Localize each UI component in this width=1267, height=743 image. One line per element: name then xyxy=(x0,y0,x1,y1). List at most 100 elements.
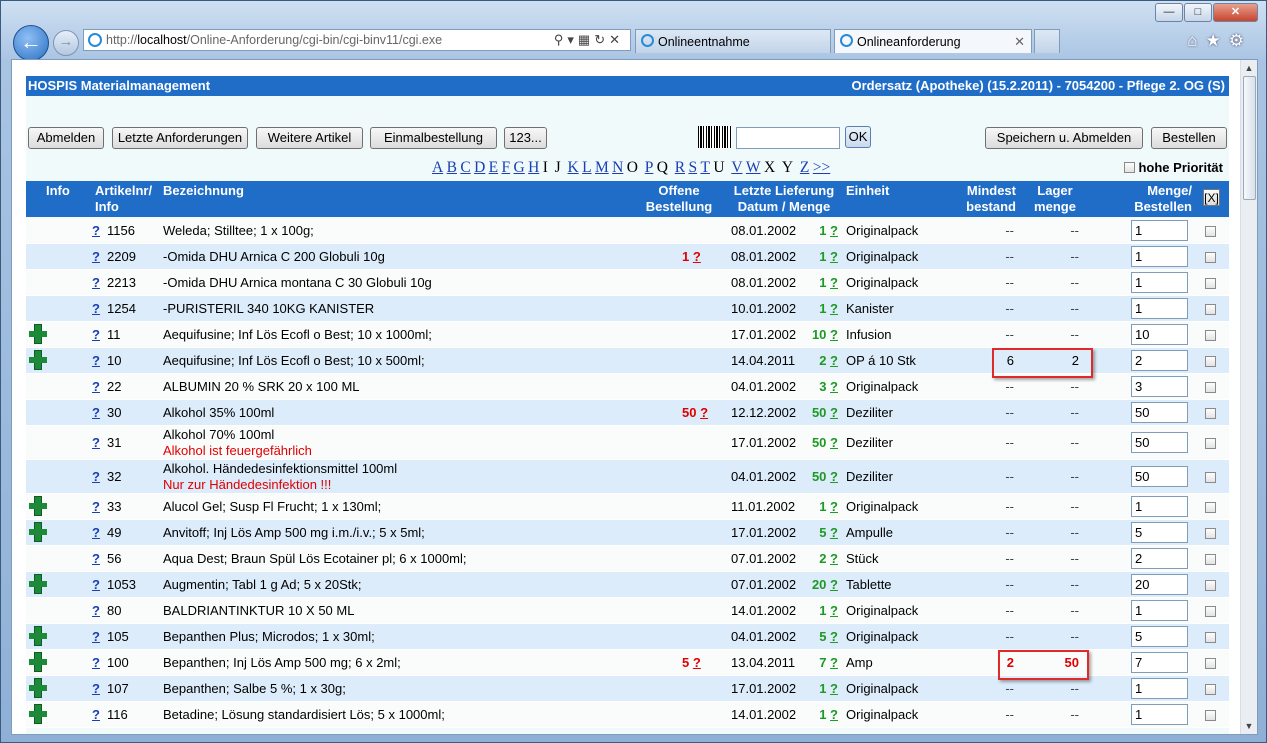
last-delivery-info-link[interactable]: ? xyxy=(830,707,838,722)
plus-icon[interactable] xyxy=(29,627,47,645)
priority-option[interactable]: hohe Priorität xyxy=(1123,160,1223,175)
alphabet-letter[interactable]: C xyxy=(460,159,470,176)
info-link[interactable]: ? xyxy=(92,629,100,644)
plus-icon[interactable] xyxy=(29,705,47,723)
alphabet-letter[interactable]: K xyxy=(568,159,579,176)
info-link[interactable]: ? xyxy=(92,551,100,566)
plus-icon[interactable] xyxy=(29,679,47,697)
order-quantity-input[interactable]: 1 xyxy=(1131,678,1188,699)
maximize-button[interactable]: □ xyxy=(1184,3,1212,22)
row-checkbox[interactable] xyxy=(1205,438,1216,449)
order-button[interactable]: Bestellen xyxy=(1151,127,1227,149)
last-delivery-qty[interactable]: 1 ? xyxy=(802,499,838,514)
last-delivery-qty[interactable]: 5 ? xyxy=(802,525,838,540)
order-quantity-input[interactable]: 1 xyxy=(1131,600,1188,621)
last-delivery-qty[interactable]: 20 ? xyxy=(802,577,838,592)
last-delivery-info-link[interactable]: ? xyxy=(830,405,838,420)
row-checkbox[interactable] xyxy=(1205,528,1216,539)
info-link[interactable]: ? xyxy=(92,353,100,368)
address-controls[interactable]: ⚲▾▦↻✕ xyxy=(554,32,624,48)
last-delivery-info-link[interactable]: ? xyxy=(830,249,838,264)
address-bar[interactable]: http://localhost/Online-Anforderung/cgi-… xyxy=(83,29,631,51)
row-checkbox[interactable] xyxy=(1205,502,1216,513)
alphabet-letter[interactable]: V xyxy=(731,159,742,176)
row-checkbox[interactable] xyxy=(1205,472,1216,483)
order-quantity-input[interactable]: 10 xyxy=(1131,324,1188,345)
plus-icon[interactable] xyxy=(29,575,47,593)
last-delivery-qty[interactable]: 10 ? xyxy=(802,327,838,342)
info-link[interactable]: ? xyxy=(92,469,100,484)
minimize-button[interactable]: — xyxy=(1155,3,1183,22)
info-link[interactable]: ? xyxy=(92,655,100,670)
last-delivery-info-link[interactable]: ? xyxy=(830,681,838,696)
order-quantity-input[interactable]: 2 xyxy=(1131,548,1188,569)
order-quantity-input[interactable]: 50 xyxy=(1131,402,1188,423)
priority-checkbox[interactable] xyxy=(1123,162,1135,173)
last-delivery-qty[interactable]: 7 ? xyxy=(802,655,838,670)
order-quantity-input[interactable]: 50 xyxy=(1131,432,1188,453)
single-order-button[interactable]: Einmalbestellung xyxy=(370,127,497,149)
tab-onlineanforderung[interactable]: Onlineanforderung ✕ xyxy=(834,29,1032,53)
scroll-down-icon[interactable]: ▼ xyxy=(1241,718,1257,734)
last-delivery-qty[interactable]: 1 ? xyxy=(802,275,838,290)
last-delivery-qty[interactable]: 2 ? xyxy=(802,551,838,566)
info-link[interactable]: ? xyxy=(92,707,100,722)
order-quantity-input[interactable]: 1 xyxy=(1131,496,1188,517)
last-delivery-info-link[interactable]: ? xyxy=(830,525,838,540)
logout-button[interactable]: Abmelden xyxy=(28,127,104,149)
home-icon[interactable]: ⌂ xyxy=(1187,31,1205,50)
row-checkbox[interactable] xyxy=(1205,606,1216,617)
row-checkbox[interactable] xyxy=(1205,356,1216,367)
alphabet-letter[interactable]: H xyxy=(528,159,539,176)
last-delivery-qty[interactable]: 3 ? xyxy=(802,379,838,394)
row-checkbox[interactable] xyxy=(1205,632,1216,643)
favorites-star-icon[interactable]: ★ xyxy=(1206,31,1229,50)
info-link[interactable]: ? xyxy=(92,223,100,238)
row-checkbox[interactable] xyxy=(1205,252,1216,263)
alphabet-letter[interactable]: N xyxy=(612,159,623,176)
order-quantity-input[interactable]: 1 xyxy=(1131,704,1188,725)
last-delivery-info-link[interactable]: ? xyxy=(830,435,838,450)
ok-button[interactable]: OK xyxy=(845,126,871,148)
info-link[interactable]: ? xyxy=(92,525,100,540)
tab-onlineentnahme[interactable]: Onlineentnahme xyxy=(635,29,831,53)
info-link[interactable]: ? xyxy=(92,249,100,264)
last-delivery-info-link[interactable]: ? xyxy=(830,379,838,394)
vertical-scrollbar[interactable]: ▲ ▼ xyxy=(1240,60,1257,734)
alphabet-letter[interactable]: D xyxy=(474,159,485,176)
search-icon[interactable]: ⚲ xyxy=(554,32,568,47)
numbers-button[interactable]: 123... xyxy=(504,127,547,149)
last-delivery-info-link[interactable]: ? xyxy=(830,577,838,592)
last-delivery-qty[interactable]: 50 ? xyxy=(802,469,838,484)
order-quantity-input[interactable]: 5 xyxy=(1131,522,1188,543)
row-checkbox[interactable] xyxy=(1205,408,1216,419)
last-delivery-info-link[interactable]: ? xyxy=(830,223,838,238)
clear-all-button[interactable]: [X] xyxy=(1203,189,1220,206)
order-quantity-input[interactable]: 7 xyxy=(1131,652,1188,673)
order-quantity-input[interactable]: 1 xyxy=(1131,246,1188,267)
gear-icon[interactable]: ⚙ xyxy=(1229,31,1252,50)
open-order[interactable]: 1 ? xyxy=(682,249,701,264)
alphabet-letter[interactable]: >> xyxy=(813,159,830,176)
order-quantity-input[interactable]: 20 xyxy=(1131,574,1188,595)
last-delivery-info-link[interactable]: ? xyxy=(830,655,838,670)
info-link[interactable]: ? xyxy=(92,603,100,618)
info-link[interactable]: ? xyxy=(92,379,100,394)
last-delivery-info-link[interactable]: ? xyxy=(830,353,838,368)
last-delivery-info-link[interactable]: ? xyxy=(830,551,838,566)
row-checkbox[interactable] xyxy=(1205,684,1216,695)
row-checkbox[interactable] xyxy=(1205,658,1216,669)
last-delivery-info-link[interactable]: ? xyxy=(830,629,838,644)
info-link[interactable]: ? xyxy=(92,275,100,290)
last-delivery-qty[interactable]: 1 ? xyxy=(802,223,838,238)
plus-icon[interactable] xyxy=(29,497,47,515)
close-window-button[interactable]: ✕ xyxy=(1213,3,1258,22)
last-delivery-info-link[interactable]: ? xyxy=(830,469,838,484)
forward-button[interactable]: → xyxy=(53,30,79,56)
last-delivery-qty[interactable]: 50 ? xyxy=(802,405,838,420)
last-delivery-info-link[interactable]: ? xyxy=(830,301,838,316)
new-tab-button[interactable] xyxy=(1034,29,1060,53)
compat-icon[interactable]: ▦ xyxy=(578,32,594,47)
alphabet-letter[interactable]: M xyxy=(595,159,609,176)
order-quantity-input[interactable]: 1 xyxy=(1131,220,1188,241)
